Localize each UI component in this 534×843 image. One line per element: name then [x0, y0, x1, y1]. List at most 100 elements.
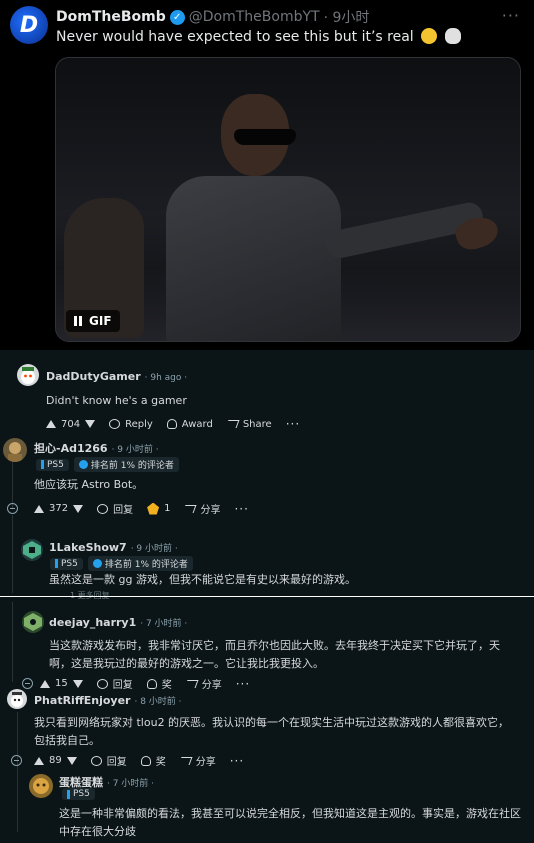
flair-bar-icon	[67, 789, 70, 799]
username[interactable]: DadDutyGamer	[46, 370, 141, 383]
screenshot-divider	[0, 596, 534, 597]
award-icon	[146, 678, 157, 689]
platform-flair: PS5	[50, 557, 83, 570]
vote-control: 372	[34, 503, 84, 514]
share-icon	[178, 756, 193, 765]
upvote-icon[interactable]	[34, 504, 44, 513]
more-dots-icon[interactable]: ···	[502, 6, 520, 25]
downvote-icon[interactable]	[66, 756, 77, 765]
share-label: 分享	[201, 680, 222, 691]
comment-author[interactable]: deejay_harry1 · 7 小时前 ·	[49, 616, 187, 629]
user-avatar[interactable]	[3, 438, 27, 462]
collapse-thread-icon[interactable]	[7, 503, 18, 514]
more-options-icon[interactable]: ···	[286, 417, 300, 431]
reply-button[interactable]: 回复	[90, 753, 127, 768]
comment-body: 这是一种非常偏颇的看法，我甚至可以说完全相反，但我知道这是主观的。事实是，游戏在…	[59, 807, 521, 838]
gold-award-button[interactable]: 1	[147, 502, 171, 515]
tweet-text-row: Never would have expected to see this bu…	[56, 28, 461, 45]
verified-check: ✓	[173, 11, 182, 23]
reply-label: 回复	[113, 505, 134, 516]
flair-bar-icon	[41, 460, 44, 469]
comment-bubble-icon	[96, 678, 108, 689]
comment-bubble-icon	[97, 503, 109, 514]
username[interactable]: PhatRiffEnjoyer	[34, 694, 130, 707]
comment-author[interactable]: PhatRiffEnjoyer · 8 小时前 ·	[34, 694, 182, 707]
downvote-icon[interactable]	[72, 679, 83, 688]
user-flair: PS5	[62, 788, 95, 800]
comment-bubble-icon	[109, 419, 121, 429]
comment-body: Didn't know he's a gamer	[46, 394, 187, 407]
author-handle[interactable]: @DomTheBombYT	[189, 9, 320, 25]
comment-time: · 8 小时前 ·	[134, 697, 182, 707]
comment-actions: 89 回复 奖 分享 ···	[34, 753, 258, 768]
username[interactable]: 担心-Ad1266	[34, 442, 108, 455]
award-label: 奖	[161, 680, 172, 691]
comment-body: 我只看到网络玩家对 tlou2 的厌恶。我认识的每一个在现实生活中玩过这款游戏的…	[34, 716, 510, 747]
skull-emoji-icon	[444, 28, 461, 44]
pause-icon	[74, 316, 82, 326]
award-label: 奖	[155, 757, 166, 768]
rank-flair: 排名前 1% 的评论者	[87, 556, 193, 571]
verified-badge-icon: ✓	[169, 9, 185, 25]
upvote-icon[interactable]	[34, 756, 44, 765]
award-button[interactable]: 奖	[146, 676, 172, 691]
user-avatar[interactable]	[22, 611, 44, 633]
user-avatar[interactable]	[17, 364, 39, 386]
author-avatar[interactable]: D	[10, 6, 48, 44]
more-options-icon[interactable]: ···	[230, 754, 244, 768]
award-label: Award	[181, 418, 213, 430]
man-torso	[166, 176, 341, 341]
downvote-icon[interactable]	[85, 420, 96, 428]
user-avatar[interactable]	[29, 774, 53, 798]
share-button[interactable]: 分享	[178, 753, 216, 768]
platform-label: PS5	[61, 558, 78, 569]
vote-count: 89	[49, 755, 62, 766]
crying-face-emoji-icon	[421, 28, 438, 44]
share-button[interactable]: 分享	[184, 676, 222, 691]
collapse-thread-icon[interactable]	[11, 755, 22, 766]
reply-button[interactable]: Reply	[109, 419, 153, 430]
comment-author[interactable]: 1LakeShow7 · 9 小时前 ·	[49, 541, 178, 554]
username[interactable]: 1LakeShow7	[49, 541, 127, 554]
comment-author[interactable]: DadDutyGamer · 9h ago ·	[46, 370, 187, 383]
author-name[interactable]: DomTheBomb	[56, 9, 166, 25]
tweet-time[interactable]: · 9小时	[324, 7, 370, 27]
share-button[interactable]: 分享	[183, 501, 220, 516]
comment-actions: 15 回复 奖 分享 ···	[40, 676, 264, 691]
flair-bar-icon	[55, 559, 58, 568]
reply-label: 回复	[106, 757, 127, 768]
comment-author[interactable]: 担心-Ad1266 · 9 小时前 ·	[34, 440, 159, 456]
gif-pause-button[interactable]: GIF	[66, 310, 120, 332]
more-options-icon[interactable]: ···	[236, 677, 250, 691]
reply-label: 回复	[112, 680, 133, 691]
user-avatar[interactable]	[21, 539, 43, 561]
share-icon	[225, 420, 240, 428]
comment-time: · 9 小时前 ·	[111, 445, 159, 455]
award-icon	[140, 755, 151, 766]
gold-count: 1	[164, 503, 171, 514]
award-button[interactable]: Award	[166, 418, 213, 430]
share-button[interactable]: Share	[225, 419, 272, 430]
thread-line	[12, 602, 13, 682]
gif-media[interactable]: GIF	[55, 57, 521, 342]
avatar-letter: D	[19, 12, 39, 38]
share-icon	[183, 504, 197, 513]
rank-label: 排名前 1% 的评论者	[90, 461, 174, 471]
more-options-icon[interactable]: ···	[234, 502, 248, 516]
downvote-icon[interactable]	[73, 504, 84, 513]
tweet-header: DomTheBomb ✓ @DomTheBombYT · 9小时	[56, 7, 369, 27]
reply-button[interactable]: 回复	[96, 676, 133, 691]
vote-control: 89	[34, 755, 77, 766]
user-avatar[interactable]	[7, 689, 27, 709]
thread-line	[17, 712, 18, 832]
collapse-thread-icon[interactable]	[22, 678, 33, 689]
tweet-card: D DomTheBomb ✓ @DomTheBombYT · 9小时 ··· N…	[0, 0, 534, 350]
award-button[interactable]: 奖	[140, 753, 166, 768]
comment-time: · 7 小时前 ·	[107, 779, 155, 789]
reply-button[interactable]: 回复	[97, 501, 133, 516]
upvote-icon[interactable]	[40, 679, 50, 688]
username[interactable]: deejay_harry1	[49, 616, 136, 629]
share-icon	[184, 679, 199, 688]
rank-label: 排名前 1% 的评论者	[104, 560, 188, 570]
upvote-icon[interactable]	[46, 420, 56, 428]
